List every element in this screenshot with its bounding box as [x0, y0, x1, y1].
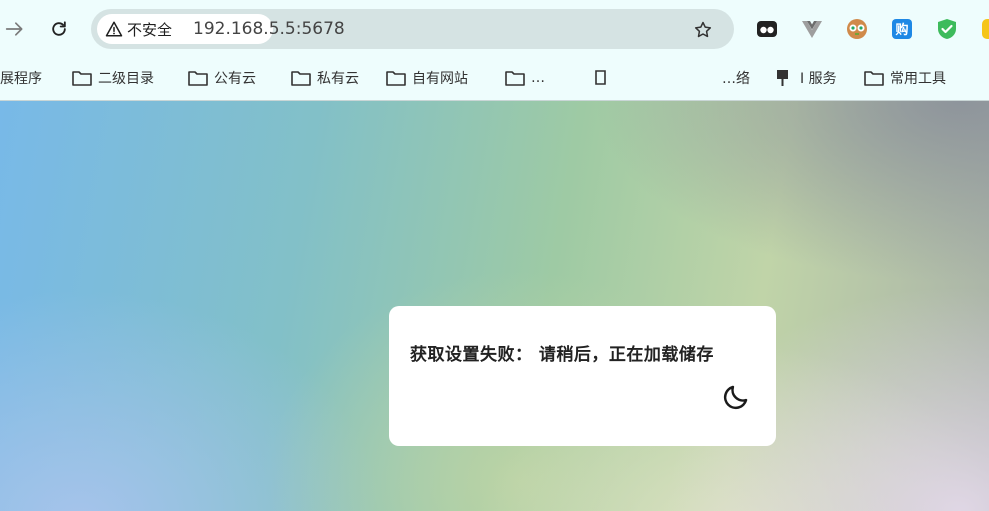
bookmark-folder-3[interactable]: 私有云	[291, 67, 359, 89]
bookmark-page-icon	[595, 70, 606, 85]
bookmark-label: 展程序	[0, 71, 42, 87]
url-text[interactable]: 192.168.5.5:5678	[193, 19, 345, 39]
bookmark-item-8[interactable]: I 服务	[774, 67, 837, 89]
extension-shield[interactable]	[935, 17, 959, 41]
bookmark-folder-4[interactable]: 自有网站	[386, 67, 468, 89]
pin-icon	[777, 70, 788, 86]
owl-extension-icon	[847, 19, 867, 39]
bookmark-label: 私有云	[317, 71, 359, 87]
reload-button[interactable]	[44, 14, 74, 44]
vue-devtools-icon	[802, 21, 822, 38]
bookmark-folder-1[interactable]: 二级目录	[72, 67, 154, 89]
bookmarks-bar: 展程序 二级目录 公有云 私有云 自有网站 … …络 I 服务 常用工具	[0, 58, 989, 101]
folder-icon	[386, 71, 406, 86]
loading-dialog: 获取设置失败： 请稍后，正在加载储存	[389, 306, 776, 446]
browser-toolbar: 不安全 192.168.5.5:5678 购	[0, 0, 989, 58]
forward-button[interactable]	[0, 14, 30, 44]
star-icon	[694, 21, 712, 38]
extension-eyes[interactable]	[755, 17, 779, 41]
browser-chrome: 不安全 192.168.5.5:5678 购 展程序 二级目录 公有云 私有云 …	[0, 0, 989, 101]
folder-icon	[291, 71, 311, 86]
bookmark-star-button[interactable]	[691, 18, 715, 42]
arrow-right-icon	[5, 22, 23, 36]
address-bar[interactable]: 不安全 192.168.5.5:5678	[91, 9, 734, 49]
extension-owl[interactable]	[845, 17, 869, 41]
folder-icon	[505, 71, 525, 86]
bookmark-apps[interactable]: 展程序	[0, 67, 42, 89]
folder-icon	[864, 71, 884, 86]
security-label: 不安全	[127, 20, 173, 39]
folder-icon	[188, 71, 208, 86]
bookmark-item-9[interactable]: 常用工具	[864, 67, 946, 89]
bookmark-label: …	[531, 70, 545, 86]
bookmark-label: …络	[722, 71, 750, 87]
page-content: 获取设置失败： 请稍后，正在加载储存	[0, 101, 989, 511]
warning-icon	[105, 21, 123, 37]
bookmark-folder-2[interactable]: 公有云	[188, 67, 256, 89]
extension-shopping[interactable]: 购	[890, 17, 914, 41]
theme-toggle-button[interactable]	[720, 381, 752, 413]
moon-icon	[723, 385, 748, 410]
extension-vue[interactable]	[800, 17, 824, 41]
extension-yellow[interactable]	[980, 17, 989, 41]
bookmark-item-6[interactable]	[592, 67, 618, 89]
bookmark-label: 二级目录	[98, 71, 154, 87]
yellow-extension-icon	[982, 19, 989, 39]
dialog-message: 获取设置失败： 请稍后，正在加载储存	[410, 345, 714, 365]
bookmark-label: 公有云	[214, 71, 256, 87]
bookmark-label: 常用工具	[890, 71, 946, 87]
reload-icon	[52, 21, 66, 36]
shield-extension-icon	[938, 19, 956, 39]
bookmark-item-7[interactable]: …络	[722, 67, 750, 89]
bookmark-label: 自有网站	[412, 71, 468, 87]
folder-icon	[72, 71, 92, 86]
bookmark-folder-5[interactable]: …	[505, 67, 545, 89]
bookmark-label: I 服务	[800, 71, 837, 87]
shopping-extension-icon: 购	[892, 19, 912, 39]
eyes-extension-icon	[757, 21, 777, 37]
svg-text:购: 购	[895, 22, 908, 38]
